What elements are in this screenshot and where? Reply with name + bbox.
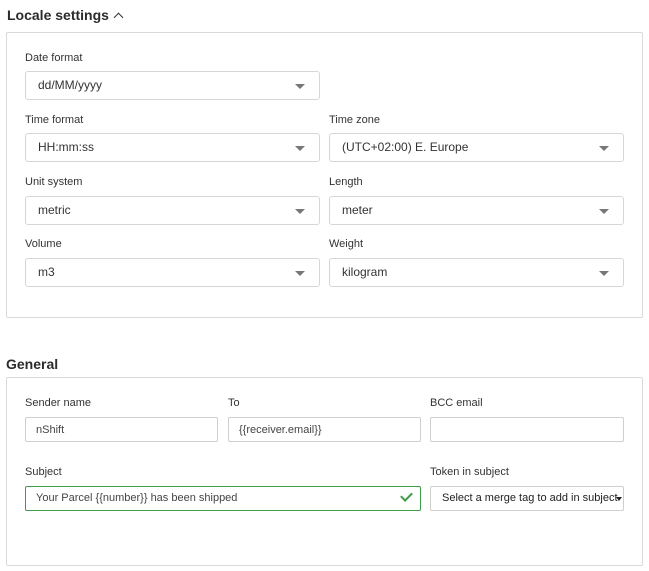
weight-label: Weight xyxy=(329,238,364,250)
subject-input[interactable]: Your Parcel {{number}} has been shipped xyxy=(25,486,421,511)
length-select[interactable]: meter xyxy=(329,196,624,225)
caret-down-icon xyxy=(599,209,609,214)
volume-label: Volume xyxy=(25,238,62,250)
caret-down-icon xyxy=(295,84,305,89)
time-zone-select[interactable]: (UTC+02:00) E. Europe xyxy=(329,133,624,162)
unit-system-value: metric xyxy=(38,203,71,217)
to-input[interactable] xyxy=(228,417,421,442)
time-zone-label: Time zone xyxy=(329,114,380,126)
to-label: To xyxy=(228,397,240,409)
unit-system-label: Unit system xyxy=(25,176,83,188)
checkmark-icon xyxy=(400,489,413,502)
token-in-subject-select[interactable]: Select a merge tag to add in subject xyxy=(430,486,624,511)
weight-value: kilogram xyxy=(342,265,388,279)
time-zone-value: (UTC+02:00) E. Europe xyxy=(342,140,469,154)
token-in-subject-value: Select a merge tag to add in subject xyxy=(442,492,618,504)
caret-down-icon xyxy=(295,146,305,151)
caret-down-icon xyxy=(599,146,609,151)
general-panel xyxy=(6,377,643,566)
length-label: Length xyxy=(329,176,363,188)
time-format-select[interactable]: HH:mm:ss xyxy=(25,133,320,162)
time-format-value: HH:mm:ss xyxy=(38,140,94,154)
length-value: meter xyxy=(342,203,373,217)
subject-value: Your Parcel {{number}} has been shipped xyxy=(36,492,238,504)
locale-settings-toggle[interactable]: Locale settings xyxy=(7,7,124,23)
bcc-email-input[interactable] xyxy=(430,417,624,442)
locale-settings-title: Locale settings xyxy=(7,7,109,23)
caret-down-icon xyxy=(295,271,305,276)
time-format-label: Time format xyxy=(25,114,84,126)
token-in-subject-label: Token in subject xyxy=(430,466,509,478)
weight-select[interactable]: kilogram xyxy=(329,258,624,287)
date-format-value: dd/MM/yyyy xyxy=(38,78,103,92)
caret-down-icon xyxy=(616,497,622,501)
subject-label: Subject xyxy=(25,466,62,478)
sender-name-label: Sender name xyxy=(25,397,92,409)
volume-select[interactable]: m3 xyxy=(25,258,320,287)
chevron-up-icon xyxy=(113,12,124,22)
volume-value: m3 xyxy=(38,265,55,279)
date-format-label: Date format xyxy=(25,52,83,64)
bcc-email-label: BCC email xyxy=(430,397,483,409)
sender-name-input[interactable] xyxy=(25,417,218,442)
general-title: General xyxy=(6,356,59,372)
caret-down-icon xyxy=(599,271,609,276)
unit-system-select[interactable]: metric xyxy=(25,196,320,225)
date-format-select[interactable]: dd/MM/yyyy xyxy=(25,71,320,100)
caret-down-icon xyxy=(295,209,305,214)
